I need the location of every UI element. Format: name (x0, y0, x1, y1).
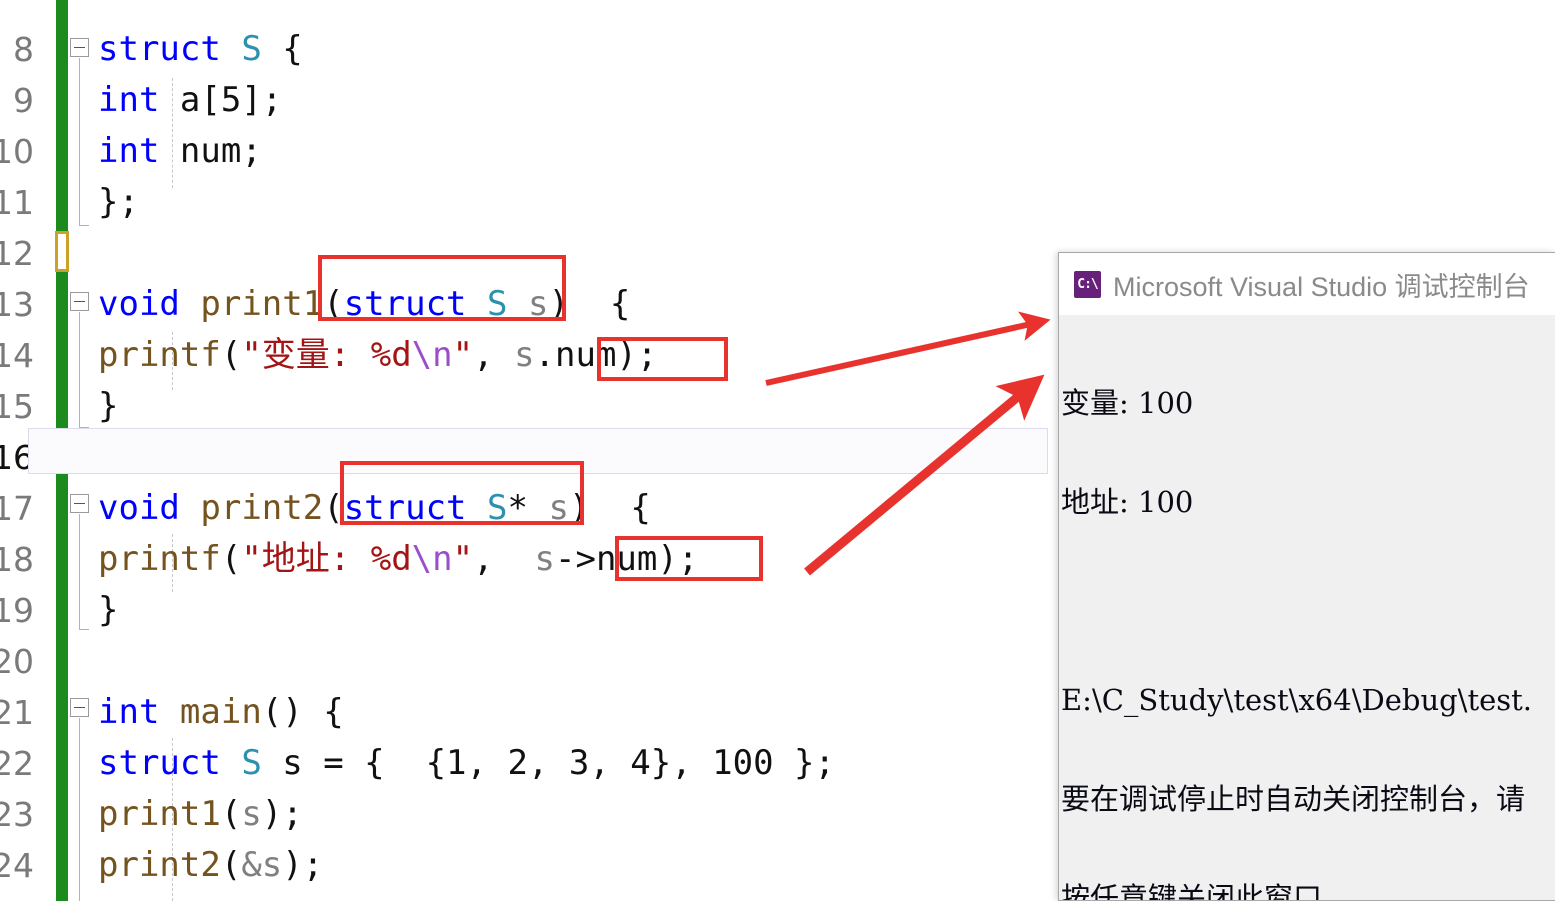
token-comma: , (473, 335, 515, 375)
token-brace-open: { (630, 488, 651, 528)
line-number: 22 (0, 744, 34, 783)
code-line-14[interactable]: printf("变量: %d\n", s.num); (68, 330, 657, 381)
console-title-bar[interactable]: C:\ Microsoft Visual Studio 调试控制台 (1059, 253, 1555, 315)
token-paren-open: ( (220, 794, 242, 834)
token-member-num: num; (179, 131, 262, 171)
token-brace-open: { (282, 29, 303, 69)
code-line-21[interactable]: int main() { (68, 687, 344, 738)
token-arg-s: s (534, 539, 556, 579)
debug-console-window[interactable]: C:\ Microsoft Visual Studio 调试控制台 变量: 10… (1058, 252, 1555, 901)
code-line-19[interactable]: } (68, 585, 118, 636)
token-function-main: main (179, 692, 262, 732)
console-output-line: 要在调试停止时自动关闭控制台，请 (1061, 782, 1526, 816)
console-output-line: 地址: 100 (1061, 485, 1194, 519)
token-struct-close: }; (98, 182, 139, 222)
token-keyword-struct: struct (98, 743, 221, 783)
code-line-10[interactable]: int num; (68, 126, 262, 177)
code-line-9[interactable]: int a[5]; (68, 75, 282, 126)
code-line-22[interactable]: struct S s = { {1, 2, 3, 4}, 100 }; (68, 738, 835, 789)
token-call-print2: print2 (98, 845, 221, 885)
token-type-S: S (241, 743, 262, 783)
token-paren-open: ( (220, 845, 242, 885)
console-output-blank-line (1061, 585, 1555, 618)
token-comma: , (473, 539, 535, 579)
line-number: 20 (0, 642, 34, 681)
line-number: 14 (0, 336, 34, 375)
line-number: 8 (13, 30, 34, 69)
token-keyword-int: int (98, 80, 160, 120)
token-string-dizhi: "地址: %d (241, 539, 412, 579)
token-string-bianliang: "变量: %d (241, 335, 412, 375)
token-call-print1: print1 (98, 794, 221, 834)
code-line-20[interactable] (68, 636, 98, 687)
annotation-box-struct-s-pointer-param (340, 461, 584, 525)
token-quote-close: " (452, 335, 474, 375)
line-number: 9 (13, 81, 34, 120)
token-escape-newline: \n (411, 539, 453, 579)
token-paren-open: ( (220, 335, 242, 375)
line-number: 10 (0, 132, 34, 171)
line-number: 15 (0, 387, 34, 426)
token-paren-open: ( (220, 539, 242, 579)
token-quote-close: " (452, 539, 474, 579)
code-line-12[interactable] (68, 228, 98, 279)
token-keyword-int: int (98, 692, 160, 732)
token-array-decl: a[5]; (179, 80, 283, 120)
code-line-11[interactable]: }; (68, 177, 139, 228)
console-output-area[interactable]: 变量: 100 地址: 100 E:\C_Study\test\x64\Debu… (1059, 315, 1555, 901)
token-function-print1: print1 (200, 284, 324, 324)
annotation-box-s-dot-num-argument (597, 337, 728, 381)
console-window-icon: C:\ (1074, 270, 1101, 298)
token-function-printf: printf (98, 539, 221, 579)
line-number: 24 (0, 846, 34, 885)
token-main-parens: () (261, 692, 303, 732)
token-type-S: S (241, 29, 262, 69)
code-line-8[interactable]: struct S { (68, 24, 303, 75)
token-function-print2: print2 (200, 488, 324, 528)
annotation-box-s-arrow-num-argument (615, 536, 763, 581)
line-number: 19 (0, 591, 34, 630)
line-number: 12 (0, 234, 34, 273)
code-line-15[interactable]: } (68, 381, 118, 432)
line-number: 11 (0, 183, 34, 222)
console-output-line: E:\C_Study\test\x64\Debug\test. (1061, 683, 1533, 717)
line-number: 21 (0, 693, 34, 732)
token-escape-newline: \n (411, 335, 453, 375)
line-number: 23 (0, 795, 34, 834)
token-arg-s: s (514, 335, 535, 375)
code-line-24[interactable]: print2(&s); (68, 840, 323, 891)
line-number: 18 (0, 540, 34, 579)
token-paren-close-semi: ); (261, 794, 303, 834)
token-brace-open: { (323, 692, 344, 732)
console-output-line: 按任意键关闭此窗口. . . (1061, 881, 1369, 901)
token-arg-address-of-s: &s (241, 845, 283, 885)
token-brace-close: } (98, 386, 119, 426)
code-line-18[interactable]: printf("地址: %d\n", s->num); (68, 534, 698, 585)
token-variable-declaration: s = { {1, 2, 3, 4}, 100 }; (282, 743, 835, 783)
token-arg-s: s (241, 794, 262, 834)
console-output-line: 变量: 100 (1061, 386, 1194, 420)
annotation-box-struct-s-by-value-param (318, 255, 566, 321)
token-function-printf: printf (98, 335, 221, 375)
console-title-text: Microsoft Visual Studio 调试控制台 (1113, 271, 1530, 302)
token-keyword-void: void (98, 284, 180, 324)
token-paren-close-semi: ); (282, 845, 324, 885)
token-brace-close: } (98, 590, 119, 630)
code-line-16[interactable] (68, 432, 98, 483)
token-keyword-struct: struct (98, 29, 221, 69)
unsaved-change-marker (55, 231, 69, 272)
line-number: 17 (0, 489, 34, 528)
token-brace-open: { (609, 284, 631, 324)
line-number: 13 (0, 285, 34, 324)
code-line-23[interactable]: print1(s); (68, 789, 303, 840)
token-keyword-void: void (98, 488, 180, 528)
token-keyword-int: int (98, 131, 160, 171)
